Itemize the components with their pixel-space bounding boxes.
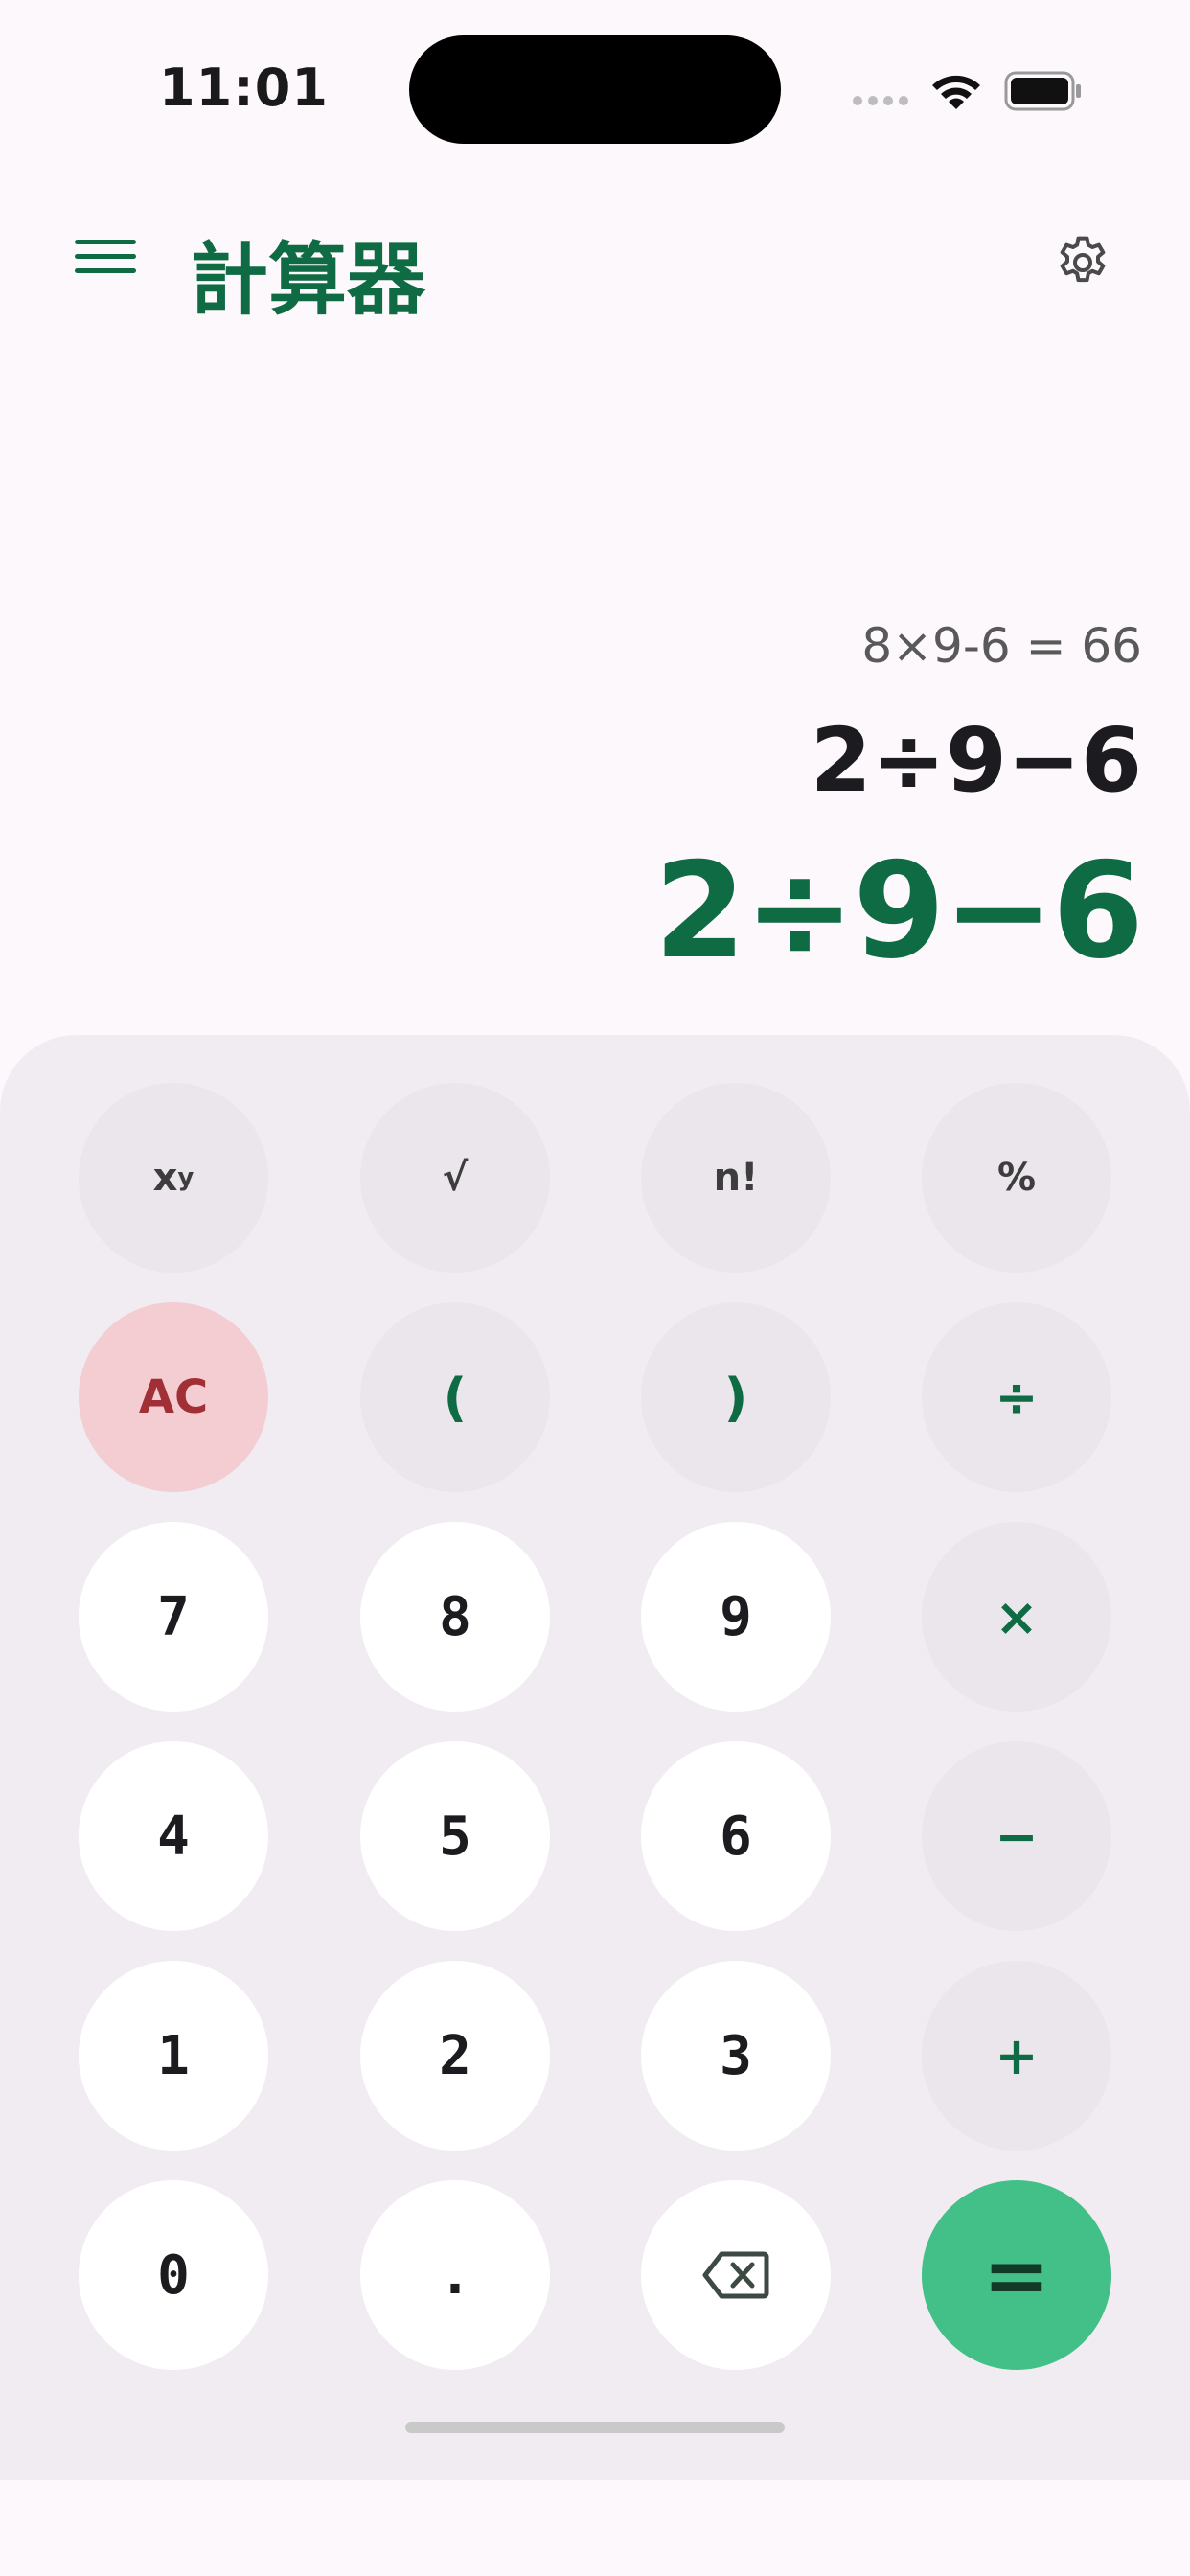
multiply-button[interactable]: × <box>922 1522 1111 1712</box>
divide-button[interactable]: ÷ <box>922 1302 1111 1492</box>
decimal-button[interactable]: . <box>360 2180 550 2370</box>
battery-icon <box>1004 71 1081 111</box>
percent-button[interactable]: % <box>922 1083 1111 1273</box>
backspace-button[interactable] <box>641 2180 831 2370</box>
result-display: 2÷9−6 <box>653 834 1144 988</box>
digit-7-button[interactable]: 7 <box>79 1522 268 1712</box>
digit-3-button[interactable]: 3 <box>641 1961 831 2150</box>
expression-display: 2÷9−6 <box>810 709 1142 812</box>
digit-2-button[interactable]: 2 <box>360 1961 550 2150</box>
backspace-icon <box>702 2251 769 2299</box>
signal-icon <box>853 96 908 105</box>
power-button[interactable]: xy <box>79 1083 268 1273</box>
keypad: xy √ n! % AC ( ) ÷ 7 8 9 × 4 5 6 − 1 2 3… <box>0 1035 1190 2480</box>
digit-6-button[interactable]: 6 <box>641 1741 831 1931</box>
digit-8-button[interactable]: 8 <box>360 1522 550 1712</box>
digit-0-button[interactable]: 0 <box>79 2180 268 2370</box>
app-title: 計算器 <box>190 235 426 326</box>
sqrt-button[interactable]: √ <box>360 1083 550 1273</box>
wifi-icon <box>932 75 980 109</box>
dynamic-island <box>409 35 781 144</box>
settings-icon[interactable] <box>1052 232 1113 293</box>
plus-button[interactable]: + <box>922 1961 1111 2150</box>
minus-button[interactable]: − <box>922 1741 1111 1931</box>
power-base-label: x <box>152 1156 178 1200</box>
digit-9-button[interactable]: 9 <box>641 1522 831 1712</box>
clear-button[interactable]: AC <box>79 1302 268 1492</box>
digit-1-button[interactable]: 1 <box>79 1961 268 2150</box>
factorial-button[interactable]: n! <box>641 1083 831 1273</box>
menu-icon <box>75 240 136 273</box>
digit-5-button[interactable]: 5 <box>360 1741 550 1931</box>
digit-4-button[interactable]: 4 <box>79 1741 268 1931</box>
power-exp-label: y <box>177 1163 195 1192</box>
home-indicator <box>405 2422 785 2433</box>
open-paren-button[interactable]: ( <box>360 1302 550 1492</box>
menu-button[interactable] <box>75 240 136 282</box>
status-time: 11:01 <box>159 58 329 118</box>
close-paren-button[interactable]: ) <box>641 1302 831 1492</box>
equals-button[interactable]: = <box>922 2180 1111 2370</box>
history-line: 8×9-6 = 66 <box>861 618 1142 674</box>
